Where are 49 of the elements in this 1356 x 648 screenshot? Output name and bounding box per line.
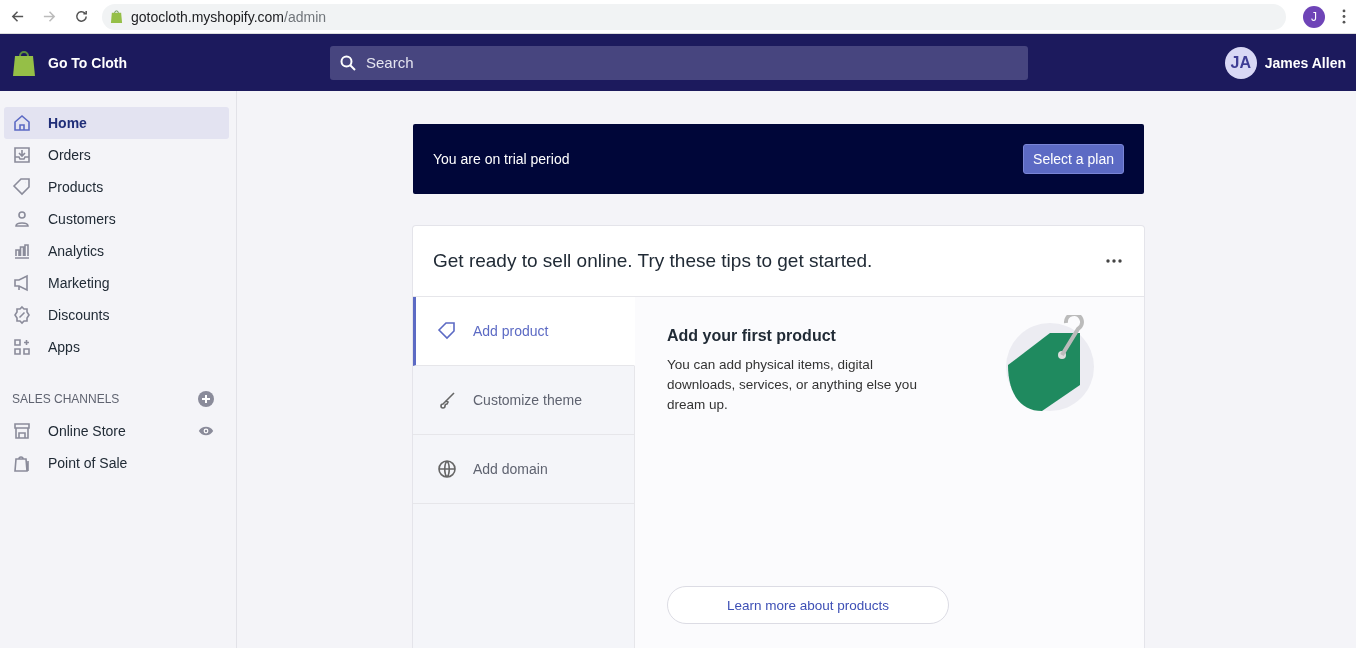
user-name[interactable]: James Allen — [1264, 54, 1346, 71]
search-field[interactable]: Search — [330, 45, 1028, 80]
banner-text: You are on trial period — [433, 151, 570, 167]
nav-icon — [12, 113, 32, 133]
more-icon[interactable] — [1106, 259, 1122, 263]
profile-avatar[interactable]: J — [1303, 5, 1325, 28]
detail-text: You can add physical items, digital downloads, services, or anything else you dream up. — [667, 356, 918, 414]
search-icon — [340, 54, 356, 71]
nav-item[interactable]: Home — [4, 107, 229, 139]
reload-icon[interactable] — [74, 9, 89, 24]
nav-icon — [12, 241, 32, 261]
tip-icon — [437, 390, 457, 410]
more-icon[interactable] — [1342, 9, 1346, 24]
nav-icon — [12, 421, 32, 441]
nav-item[interactable]: Point of Sale — [4, 447, 136, 479]
nav-item[interactable]: Discounts — [4, 299, 229, 331]
tip-tab[interactable]: Add product — [413, 297, 635, 366]
nav-item[interactable]: Orders — [4, 139, 229, 171]
store-name[interactable]: Go To Cloth — [48, 54, 128, 71]
shopping-bag-icon — [12, 48, 36, 77]
shopping-bag-icon — [110, 9, 123, 24]
detail-heading: Add your first product — [667, 327, 837, 345]
nav-icon — [12, 177, 32, 197]
tip-icon — [437, 459, 457, 479]
nav-item[interactable]: Apps — [4, 331, 229, 363]
nav-icon — [12, 337, 32, 357]
tip-tab[interactable]: Customize theme — [413, 366, 634, 435]
user-avatar[interactable]: JA — [1224, 46, 1257, 79]
nav-item[interactable]: Analytics — [4, 235, 229, 267]
url-path: /admin — [284, 8, 327, 25]
eye-icon[interactable] — [198, 425, 214, 437]
address-bar[interactable]: gotocloth.myshopify.com/admin — [102, 3, 1286, 30]
section-heading: SALES CHANNELS — [12, 392, 120, 406]
card-title: Get ready to sell online. Try these tips to get started. — [433, 250, 873, 272]
tip-tab[interactable]: Add domain — [413, 435, 634, 504]
nav-item[interactable]: Marketing — [4, 267, 229, 299]
nav-item[interactable]: Customers — [4, 203, 229, 235]
nav-item[interactable]: Products — [4, 171, 229, 203]
learn-more-button[interactable]: Learn more about products — [667, 586, 949, 624]
select-plan-button[interactable]: Select a plan — [1023, 144, 1124, 174]
nav-icon — [12, 305, 32, 325]
nav-icon — [12, 209, 32, 229]
nav-item[interactable]: Online Store — [4, 415, 134, 447]
url-host: gotocloth.myshopify.com — [131, 8, 285, 25]
add-icon[interactable] — [198, 391, 214, 407]
nav-icon — [12, 145, 32, 165]
nav-icon — [12, 453, 32, 473]
back-icon[interactable] — [10, 9, 25, 24]
tip-icon — [437, 321, 457, 341]
